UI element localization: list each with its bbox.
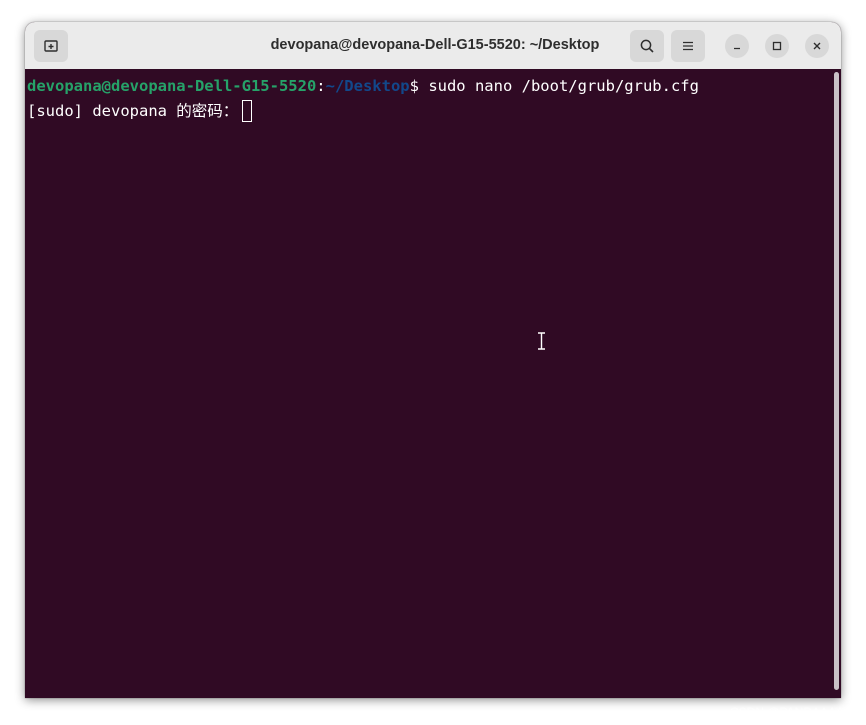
ibeam-cursor-icon [538,332,545,350]
command-text: sudo nano /boot/grub/grub.cfg [428,77,699,95]
maximize-icon [772,41,782,51]
text-cursor[interactable] [242,100,253,122]
search-button[interactable] [630,30,664,62]
search-icon [640,39,654,53]
watermark: CSDN @PANDAAAA [730,705,844,719]
window-title: devopana@devopana-Dell-G15-5520: ~/Deskt… [270,37,600,53]
prompt-symbol: $ [409,77,429,95]
password-prompt: [sudo] devopana 的密码： [27,102,239,120]
prompt-user: devopana@devopana-Dell-G15-5520 [27,77,317,95]
close-icon [813,42,821,50]
title-bar[interactable]: devopana@devopana-Dell-G15-5520: ~/Deskt… [25,22,841,69]
prompt-line: devopana@devopana-Dell-G15-5520:~/Deskto… [27,75,699,97]
minimize-icon [734,47,740,50]
terminal-window: devopana@devopana-Dell-G15-5520: ~/Deskt… [25,22,841,698]
menu-button[interactable] [671,30,705,62]
new-tab-icon [44,40,58,52]
terminal-output[interactable]: devopana@devopana-Dell-G15-5520:~/Deskto… [25,69,841,698]
maximize-button[interactable] [765,34,789,58]
close-button[interactable] [805,34,829,58]
scrollbar[interactable] [834,72,839,690]
new-tab-button[interactable] [34,30,68,62]
hamburger-menu-icon [683,41,693,51]
password-prompt-line: [sudo] devopana 的密码： [27,100,253,122]
prompt-separator: : [316,77,326,95]
minimize-button[interactable] [725,34,749,58]
prompt-path: ~/Desktop [325,77,410,95]
